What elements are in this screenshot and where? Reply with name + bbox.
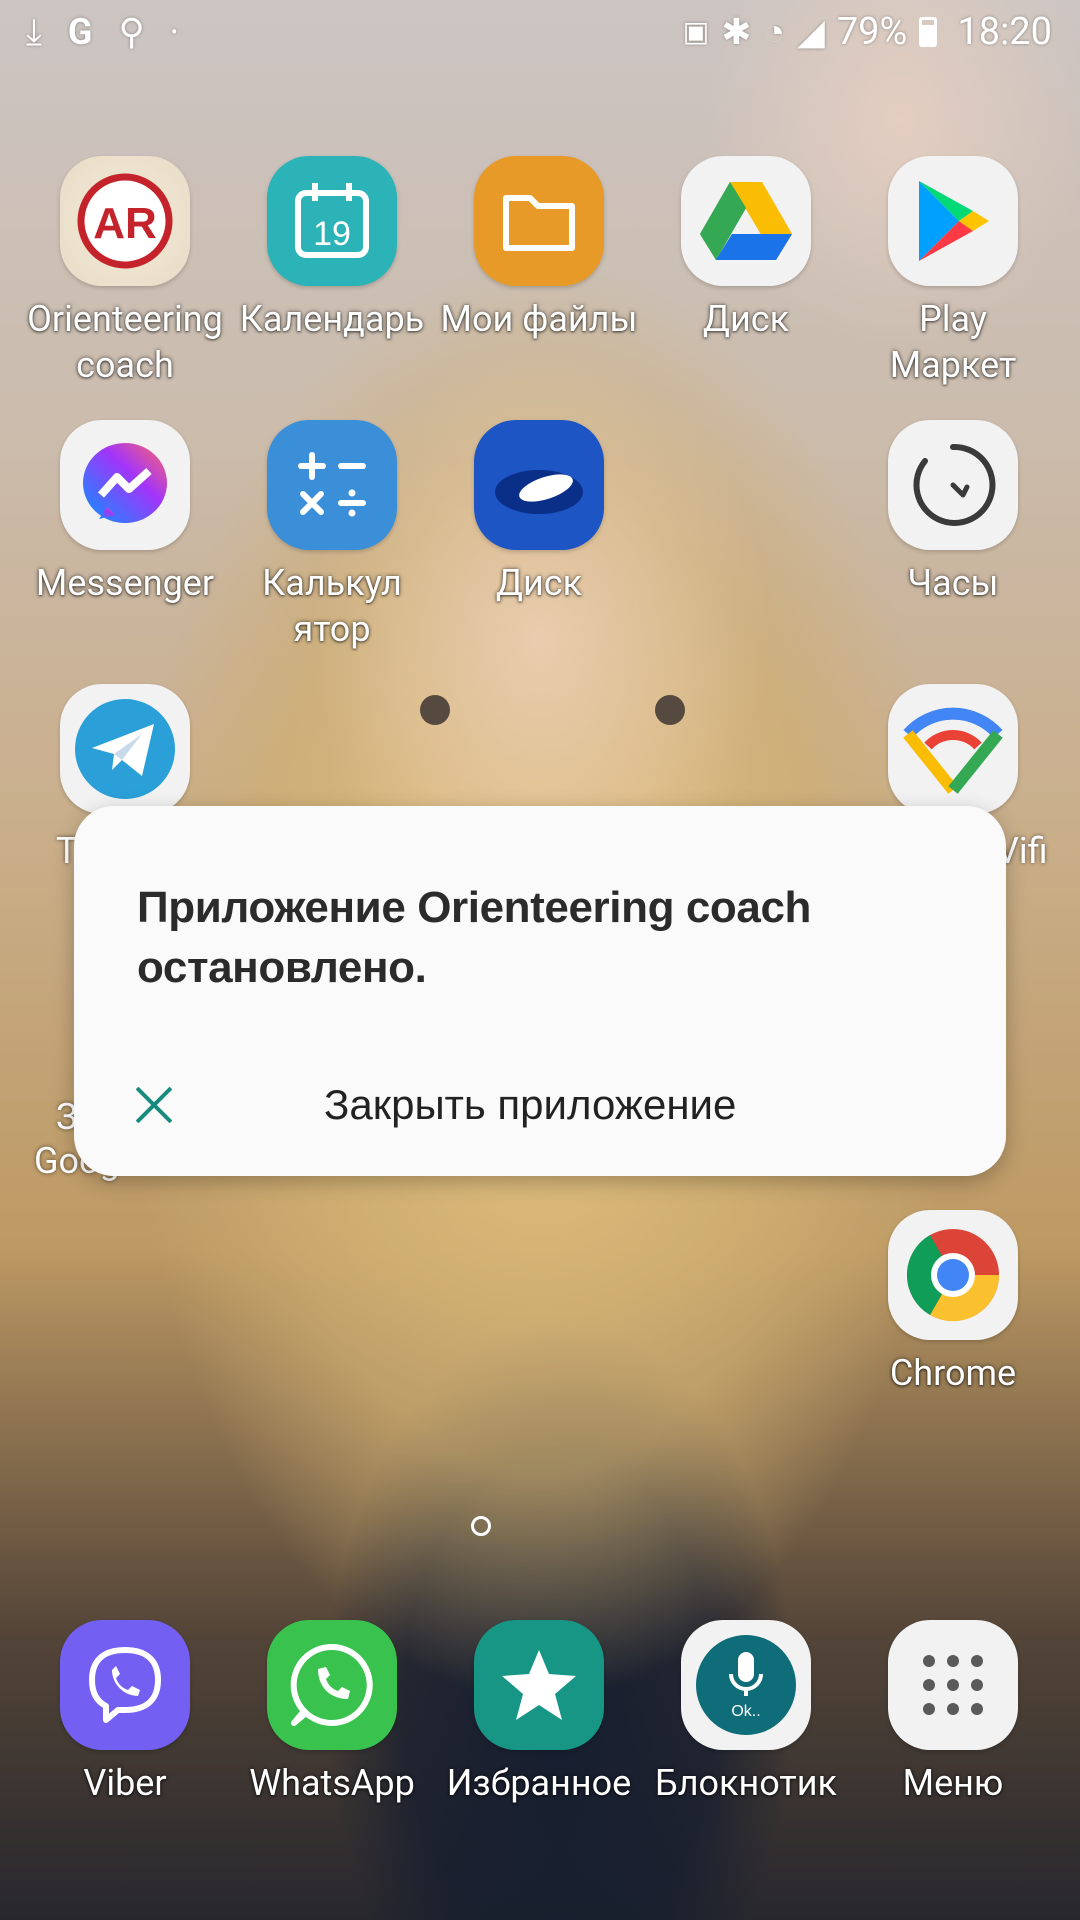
app-grid-icon: [888, 1620, 1018, 1750]
app-calculator[interactable]: Калькул ятор: [229, 420, 435, 652]
star-icon: [474, 1620, 604, 1750]
status-left: ⤓ G ⚲ •: [26, 10, 178, 54]
app-label: Избранное: [446, 1762, 632, 1804]
app-stopped-dialog: Приложение Orienteering coach остановлен…: [74, 806, 1006, 1176]
battery-percent: 79%: [836, 10, 908, 54]
clock-time: 18:20: [957, 10, 1052, 54]
app-label: Меню: [902, 1762, 1004, 1804]
calendar-icon: 19: [267, 156, 397, 286]
dot-icon: •: [170, 20, 178, 44]
close-app-button[interactable]: Закрыть приложение: [134, 1060, 934, 1150]
notepad-badge: Ok..: [731, 1703, 760, 1720]
app-chrome[interactable]: Chrome: [850, 1210, 1056, 1396]
app-label: Диск: [495, 562, 583, 604]
app-google-wifi[interactable]: [850, 684, 1056, 814]
status-right: ▣ ✱ ◔ ◢ 79% 18:20: [683, 10, 1052, 54]
dock-whatsapp[interactable]: WhatsApp: [229, 1620, 435, 1806]
close-app-label: Закрыть приложение: [324, 1081, 737, 1128]
microphone-icon: Ok..: [681, 1620, 811, 1750]
app-my-files[interactable]: Мои файлы: [436, 156, 642, 342]
app-label: Chrome: [889, 1352, 1017, 1394]
play-store-icon: [888, 156, 1018, 286]
close-icon: [134, 1085, 174, 1125]
messenger-icon: [60, 420, 190, 550]
app-telegram[interactable]: [22, 684, 228, 814]
dock-menu[interactable]: Меню: [850, 1620, 1056, 1806]
dialog-title: Приложение Orienteering coach остановлен…: [137, 883, 812, 992]
app-label: Блокнотик: [655, 1762, 837, 1804]
signal-icon: ◢: [797, 11, 825, 53]
google-icon: G: [67, 11, 93, 53]
battery-saver-icon: ▣: [682, 15, 710, 48]
battery-icon: [919, 17, 938, 47]
app-clock[interactable]: Часы: [850, 420, 1056, 606]
keyhole-icon: ⚲: [118, 11, 145, 53]
app-calendar[interactable]: 19 Календарь: [229, 156, 435, 342]
calendar-day: 19: [313, 215, 351, 253]
viber-icon: [60, 1620, 190, 1750]
yandex-disk-icon: [474, 420, 604, 550]
whatsapp-icon: [267, 1620, 397, 1750]
google-wifi-icon: [888, 684, 1018, 814]
svg-text:AR: AR: [93, 199, 157, 248]
chrome-icon: [888, 1210, 1018, 1340]
google-drive-icon: [681, 156, 811, 286]
app-label: Messenger: [35, 562, 215, 604]
app-yandex-disk[interactable]: Диск: [436, 420, 642, 606]
orienteering-ar-icon: AR: [60, 156, 190, 286]
wifi-icon: ◔: [763, 11, 786, 53]
app-label: Play Маркет: [889, 298, 1017, 386]
clock-icon: [888, 420, 1018, 550]
app-label: WhatsApp: [249, 1762, 415, 1804]
bluetooth-icon: ✱: [721, 11, 752, 53]
dock-viber[interactable]: Viber: [22, 1620, 228, 1806]
app-label: Календарь: [239, 298, 425, 340]
app-google-drive[interactable]: Диск: [643, 156, 849, 342]
telegram-icon: [60, 684, 190, 814]
calculator-icon: [267, 420, 397, 550]
app-orienteering-coach[interactable]: AR Orienteering coach: [22, 156, 228, 388]
app-play-market[interactable]: Play Маркет: [850, 156, 1056, 388]
status-bar: ⤓ G ⚲ • ▣ ✱ ◔ ◢ 79% 18:20: [0, 0, 1080, 64]
app-messenger[interactable]: Messenger: [22, 420, 228, 606]
app-label: Часы: [907, 562, 999, 604]
dock-favorites[interactable]: Избранное: [436, 1620, 642, 1806]
app-label: Калькул ятор: [262, 562, 402, 650]
download-icon: ⤓: [26, 11, 42, 53]
app-label: Мои файлы: [440, 298, 638, 340]
dock-notepad[interactable]: Ok.. Блокнотик: [643, 1620, 849, 1806]
app-label: Диск: [702, 298, 790, 340]
folder-icon: [474, 156, 604, 286]
home-page-indicator[interactable]: [471, 1516, 491, 1536]
app-label: Orienteering coach: [27, 298, 223, 386]
app-label: Viber: [83, 1762, 167, 1804]
